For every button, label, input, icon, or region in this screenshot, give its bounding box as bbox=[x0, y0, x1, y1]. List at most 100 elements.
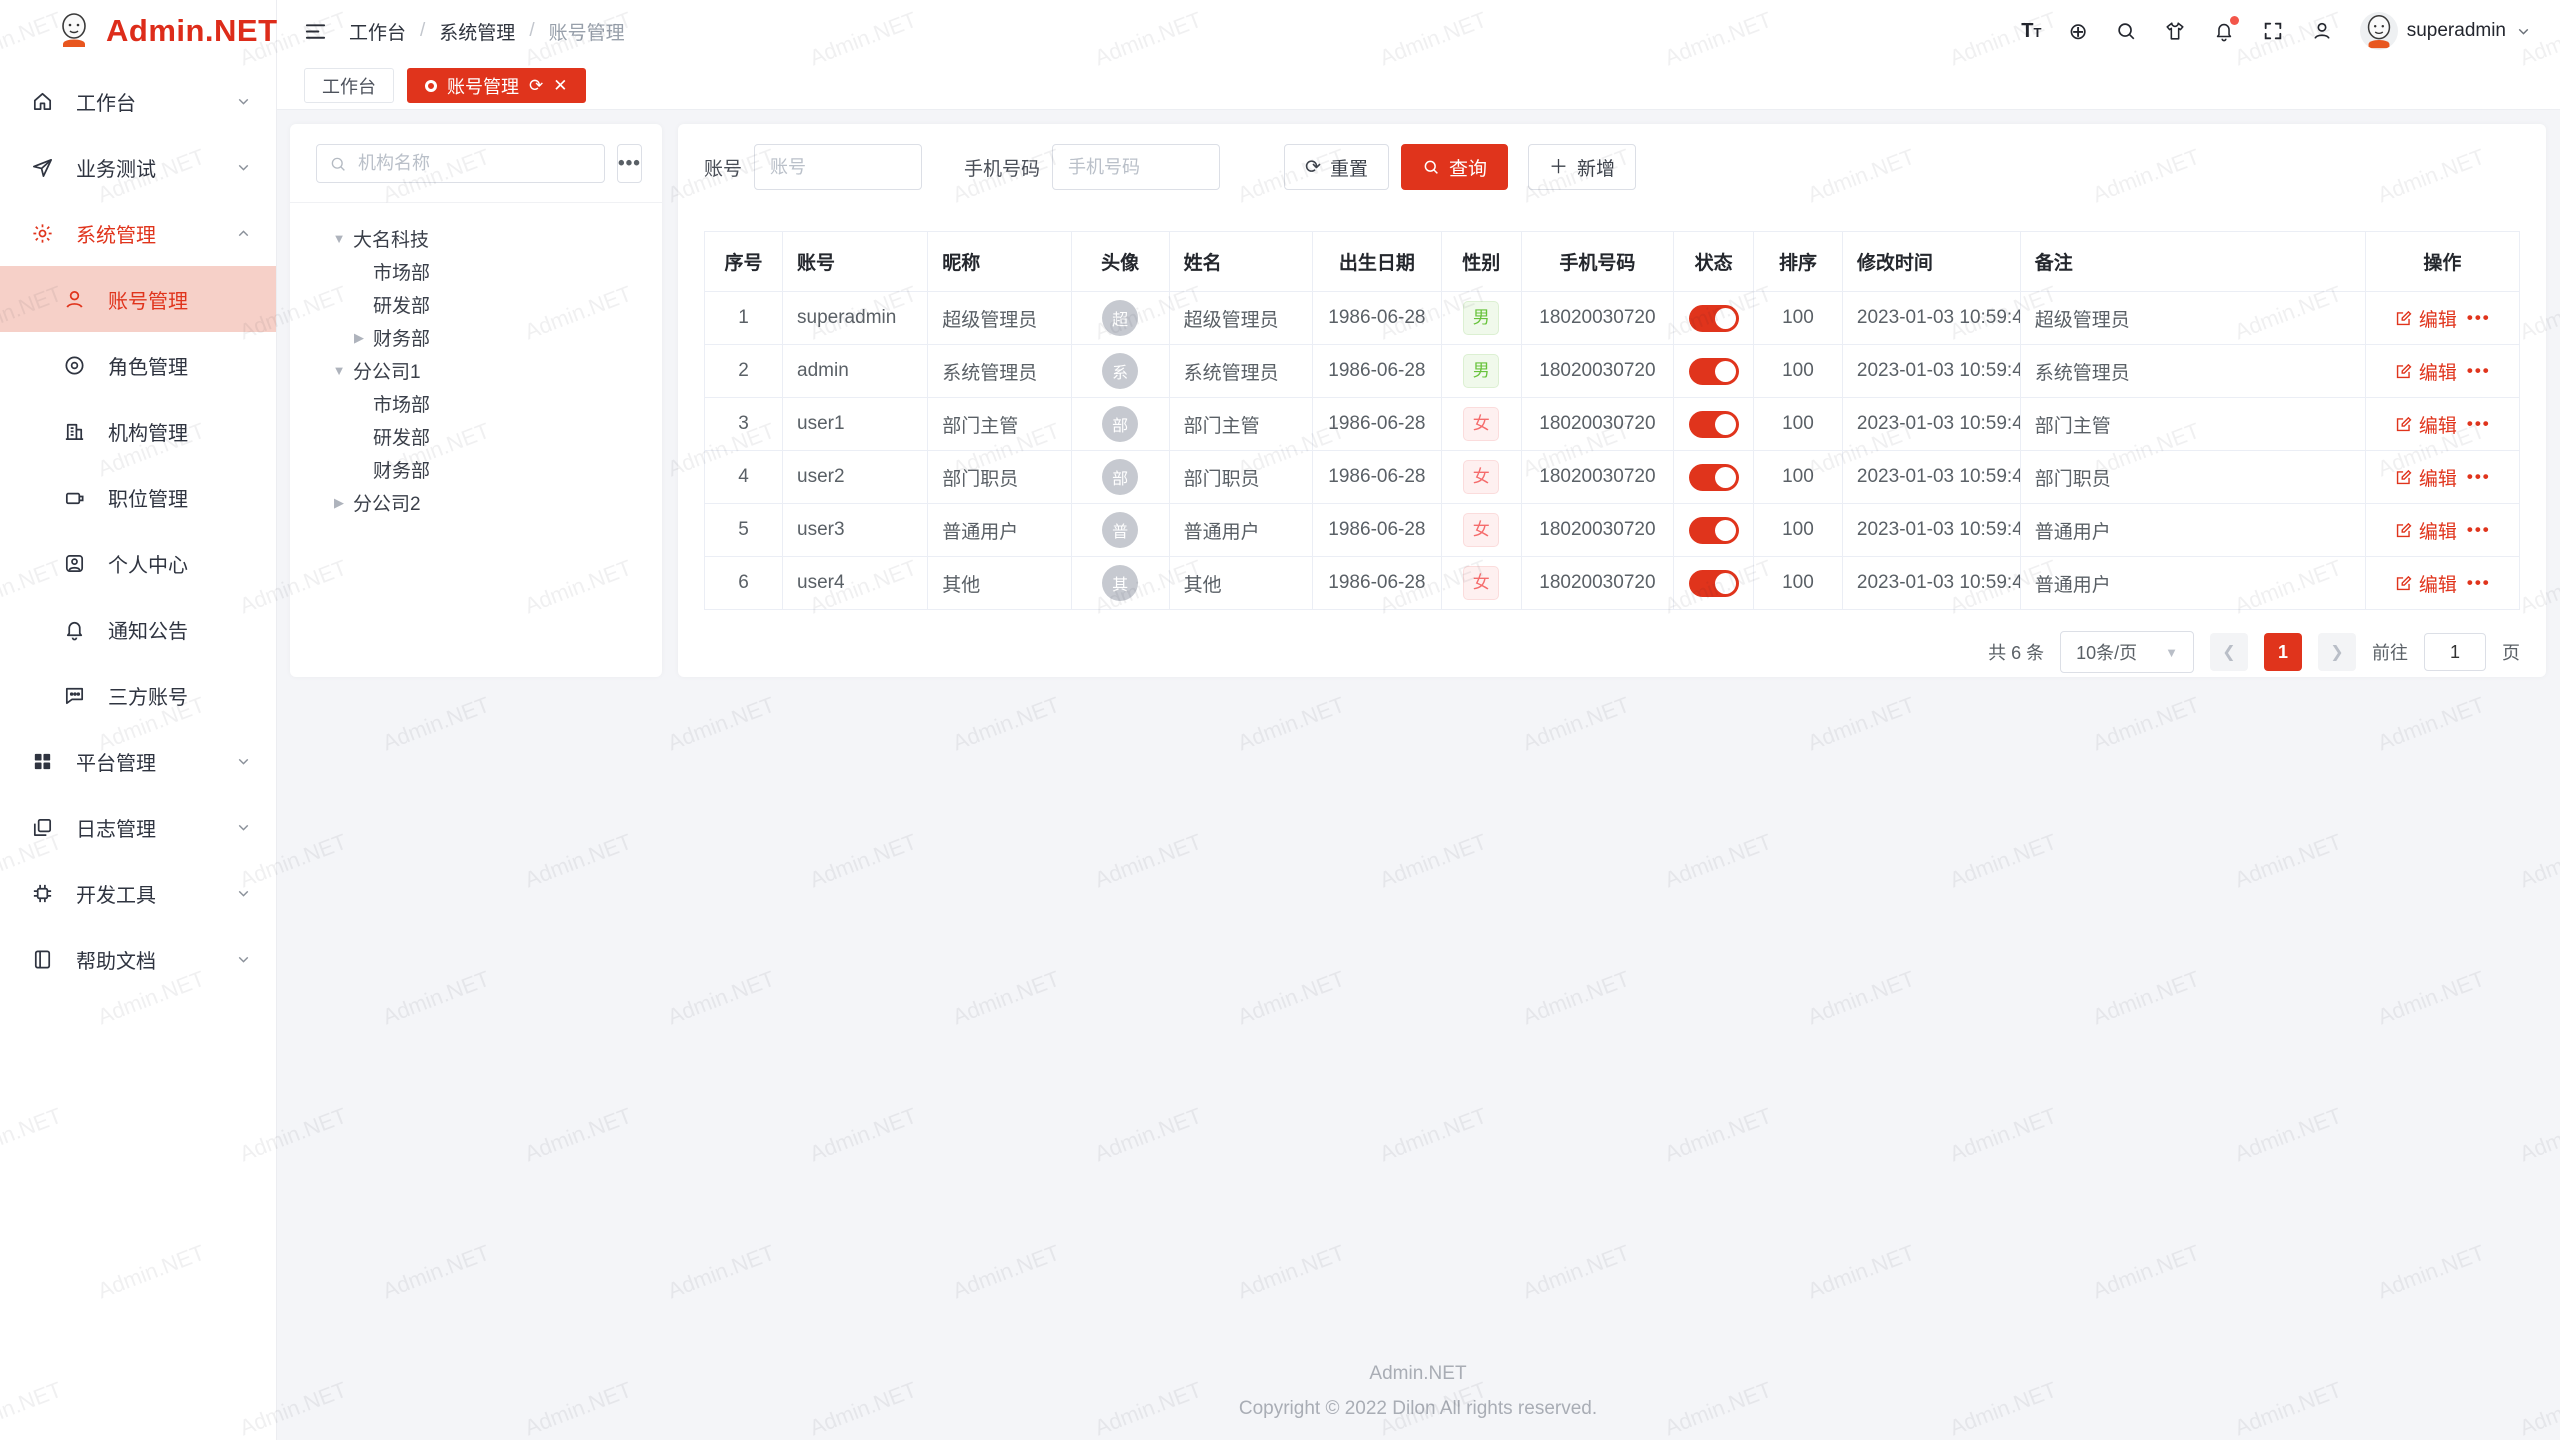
caret-right-icon[interactable]: ▶ bbox=[328, 495, 350, 511]
tree-node[interactable]: ▶研发部 bbox=[316, 288, 636, 321]
sidebar-item-platform[interactable]: 平台管理 bbox=[0, 728, 276, 794]
column-header: 修改时间 bbox=[1842, 232, 2020, 292]
tree-node[interactable]: ▼大名科技 bbox=[316, 222, 636, 255]
cell-account: superadmin bbox=[783, 292, 928, 345]
cell-remark: 系统管理员 bbox=[2020, 345, 2365, 398]
sidebar-item-devtools[interactable]: 开发工具 bbox=[0, 860, 276, 926]
more-actions-button[interactable]: ••• bbox=[2467, 361, 2491, 381]
goto-page-input[interactable] bbox=[2424, 633, 2486, 671]
breadcrumb-item[interactable]: 系统管理 bbox=[439, 18, 515, 45]
status-toggle[interactable] bbox=[1689, 464, 1739, 491]
prev-page-button[interactable]: ❮ bbox=[2210, 633, 2248, 671]
status-toggle[interactable] bbox=[1689, 517, 1739, 544]
sidebar-item-docs[interactable]: 帮助文档 bbox=[0, 926, 276, 992]
notification-bell-icon[interactable] bbox=[2213, 20, 2235, 42]
app-logo[interactable]: Admin.NET bbox=[0, 0, 276, 62]
header-actions: TT ⊕ superadmin bbox=[2021, 12, 2532, 50]
tree-node[interactable]: ▶研发部 bbox=[316, 420, 636, 453]
sidebar-item-third-account[interactable]: 三方账号 bbox=[0, 662, 276, 728]
sidebar-item-workbench[interactable]: 工作台 bbox=[0, 68, 276, 134]
status-toggle[interactable] bbox=[1689, 570, 1739, 597]
sidebar-item-logs[interactable]: 日志管理 bbox=[0, 794, 276, 860]
user-menu[interactable]: superadmin bbox=[2360, 12, 2532, 50]
tree-node[interactable]: ▶分公司2 bbox=[316, 486, 636, 519]
sidebar-item-org[interactable]: 机构管理 bbox=[0, 398, 276, 464]
search-icon[interactable] bbox=[2115, 20, 2137, 42]
account-table: 序号 账号 昵称 头像 姓名 出生日期 性别 手机号码 状态 排序 修改时间 备… bbox=[704, 231, 2520, 610]
breadcrumb-item[interactable]: 工作台 bbox=[349, 18, 406, 45]
cell-index: 3 bbox=[705, 398, 783, 451]
close-icon[interactable]: ✕ bbox=[553, 77, 567, 94]
org-search-input[interactable] bbox=[356, 152, 592, 175]
sidebar-item-position[interactable]: 职位管理 bbox=[0, 464, 276, 530]
language-icon[interactable]: ⊕ bbox=[2068, 20, 2087, 43]
edit-button[interactable]: 编辑 bbox=[2394, 570, 2457, 597]
status-toggle[interactable] bbox=[1689, 305, 1739, 332]
search-button[interactable]: 查询 bbox=[1401, 144, 1508, 190]
edit-label: 编辑 bbox=[2419, 358, 2457, 385]
more-actions-button[interactable]: ••• bbox=[2467, 308, 2491, 328]
cell-sort: 100 bbox=[1754, 398, 1843, 451]
reset-button[interactable]: ⟳ 重置 bbox=[1284, 144, 1389, 190]
more-actions-button[interactable]: ••• bbox=[2467, 520, 2491, 540]
current-page[interactable]: 1 bbox=[2264, 633, 2302, 671]
tab-account-active[interactable]: 账号管理 ⟳ ✕ bbox=[407, 68, 586, 103]
more-options-button[interactable]: ••• bbox=[617, 144, 642, 183]
caret-right-icon[interactable]: ▶ bbox=[348, 330, 370, 346]
more-actions-button[interactable]: ••• bbox=[2467, 467, 2491, 487]
cell-name: 部门主管 bbox=[1169, 398, 1312, 451]
cell-modified-time: 2023-01-03 10:59:44 bbox=[1842, 557, 2020, 610]
sidebar-item-role[interactable]: 角色管理 bbox=[0, 332, 276, 398]
avatar bbox=[2360, 12, 2398, 50]
font-size-icon[interactable]: TT bbox=[2021, 20, 2041, 43]
edit-button[interactable]: 编辑 bbox=[2394, 358, 2457, 385]
status-toggle[interactable] bbox=[1689, 358, 1739, 385]
table-header-row: 序号 账号 昵称 头像 姓名 出生日期 性别 手机号码 状态 排序 修改时间 备… bbox=[705, 232, 2520, 292]
account-input[interactable] bbox=[754, 144, 922, 190]
phone-input[interactable] bbox=[1052, 144, 1220, 190]
sidebar-item-profile[interactable]: 个人中心 bbox=[0, 530, 276, 596]
sidebar-item-account[interactable]: 账号管理 bbox=[0, 266, 276, 332]
edit-button[interactable]: 编辑 bbox=[2394, 517, 2457, 544]
column-header: 序号 bbox=[705, 232, 783, 292]
tree-node[interactable]: ▶财务部 bbox=[316, 321, 636, 354]
column-header: 操作 bbox=[2365, 232, 2519, 292]
logo-text: Admin.NET bbox=[106, 13, 278, 49]
fullscreen-icon[interactable] bbox=[2262, 20, 2284, 42]
role-icon bbox=[62, 353, 86, 377]
tab-workbench[interactable]: 工作台 bbox=[304, 68, 394, 103]
next-page-button[interactable]: ❯ bbox=[2318, 633, 2356, 671]
more-actions-button[interactable]: ••• bbox=[2467, 573, 2491, 593]
page-size-select[interactable]: 10条/页 ▼ bbox=[2060, 631, 2194, 673]
gender-badge: 女 bbox=[1463, 566, 1499, 600]
caret-down-icon[interactable]: ▼ bbox=[328, 363, 350, 378]
tree-node[interactable]: ▶市场部 bbox=[316, 387, 636, 420]
cell-phone: 18020030720 bbox=[1521, 345, 1673, 398]
tree-node[interactable]: ▶财务部 bbox=[316, 453, 636, 486]
cell-nickname: 普通用户 bbox=[928, 504, 1071, 557]
sidebar-item-system[interactable]: 系统管理 bbox=[0, 200, 276, 266]
edit-button[interactable]: 编辑 bbox=[2394, 464, 2457, 491]
menu-fold-icon[interactable] bbox=[304, 20, 327, 43]
column-header: 备注 bbox=[2020, 232, 2365, 292]
status-toggle[interactable] bbox=[1689, 411, 1739, 438]
more-actions-button[interactable]: ••• bbox=[2467, 414, 2491, 434]
add-button[interactable]: ＋ 新增 bbox=[1528, 144, 1636, 190]
tree-node-label: 市场部 bbox=[373, 258, 430, 285]
theme-shirt-icon[interactable] bbox=[2164, 20, 2186, 42]
goto-label: 前往 bbox=[2372, 639, 2408, 665]
edit-button[interactable]: 编辑 bbox=[2394, 305, 2457, 332]
column-header: 性别 bbox=[1441, 232, 1521, 292]
sidebar-item-notice[interactable]: 通知公告 bbox=[0, 596, 276, 662]
cell-modified-time: 2023-01-03 10:59:44 bbox=[1842, 292, 2020, 345]
sidebar-item-biz-test[interactable]: 业务测试 bbox=[0, 134, 276, 200]
edit-button[interactable]: 编辑 bbox=[2394, 411, 2457, 438]
caret-down-icon[interactable]: ▼ bbox=[328, 231, 350, 246]
column-header: 姓名 bbox=[1169, 232, 1312, 292]
chevron-down-icon bbox=[235, 753, 252, 770]
user-icon[interactable] bbox=[2311, 20, 2333, 42]
reset-label: 重置 bbox=[1330, 154, 1368, 181]
tree-node[interactable]: ▶市场部 bbox=[316, 255, 636, 288]
refresh-icon[interactable]: ⟳ bbox=[529, 77, 543, 94]
tree-node[interactable]: ▼分公司1 bbox=[316, 354, 636, 387]
